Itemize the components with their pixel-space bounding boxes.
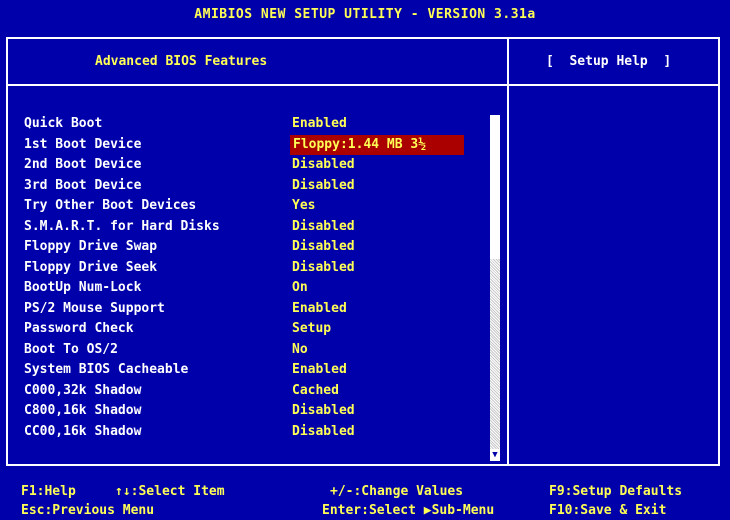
setting-value[interactable]: Enabled [290, 360, 349, 380]
setting-row[interactable]: Boot To OS/2 No [24, 340, 494, 360]
setting-row[interactable]: C800,16k Shadow Disabled [24, 401, 494, 421]
setting-label: 2nd Boot Device [24, 157, 142, 172]
setting-label: Try Other Boot Devices [24, 198, 197, 213]
setting-value[interactable]: Setup [290, 319, 333, 339]
setting-row[interactable]: C000,32k Shadow Cached [24, 381, 494, 401]
setting-value[interactable]: Yes [290, 196, 317, 216]
setting-row[interactable]: PS/2 Mouse Support Enabled [24, 299, 494, 319]
setting-value[interactable]: On [290, 278, 310, 298]
setting-row[interactable]: 1st Boot Device Floppy:1.44 MB 3½ [24, 134, 494, 155]
setting-value[interactable]: Cached [290, 381, 341, 401]
f1-help-hint: F1:Help [21, 484, 76, 499]
setting-label: Boot To OS/2 [24, 341, 118, 357]
setup-help-title: [ Setup Help ] [546, 54, 672, 69]
setting-row[interactable]: 2nd Boot Device Disabled [24, 155, 494, 175]
setting-value[interactable]: Floppy:1.44 MB 3½ [290, 134, 465, 155]
setting-row[interactable]: 3rd Boot Device Disabled [24, 176, 494, 196]
setting-label: Floppy Drive Seek [24, 259, 158, 275]
scrollbar[interactable]: ▼ [490, 115, 500, 461]
setting-value[interactable]: Enabled [290, 299, 349, 319]
setting-label: Floppy Drive Swap [24, 239, 158, 254]
setting-row[interactable]: System BIOS Cacheable Enabled [24, 360, 494, 380]
save-exit-hint: F10:Save & Exit [549, 503, 667, 518]
setting-value[interactable]: Disabled [290, 176, 357, 196]
header-divider [8, 84, 718, 86]
esc-previous-menu-hint: Esc:Previous Menu [21, 503, 155, 518]
page-title: Advanced BIOS Features [95, 54, 268, 69]
setting-label: BootUp Num-Lock [24, 280, 142, 295]
setting-label: Password Check [24, 321, 134, 336]
setting-label: System BIOS Cacheable [24, 362, 189, 377]
setting-row[interactable]: Quick Boot Enabled [24, 114, 494, 134]
setting-row[interactable]: Floppy Drive Seek Disabled [24, 258, 494, 278]
enter-submenu-hint: Enter:Select ▶Sub-Menu [322, 503, 495, 518]
setting-label: CC00,16k Shadow [24, 423, 142, 439]
setting-row[interactable]: CC00,16k Shadow Disabled [24, 422, 494, 442]
setting-row[interactable]: Try Other Boot Devices Yes [24, 196, 494, 216]
window-title: AMIBIOS NEW SETUP UTILITY - VERSION 3.31… [194, 7, 536, 22]
setting-label: 1st Boot Device [24, 136, 142, 152]
setting-value[interactable]: Enabled [290, 114, 349, 134]
main-frame: Advanced BIOS Features [ Setup Help ] Qu… [6, 37, 720, 466]
setting-row[interactable]: S.M.A.R.T. for Hard Disks Disabled [24, 217, 494, 237]
setting-value[interactable]: Disabled [290, 237, 357, 257]
setting-label: S.M.A.R.T. for Hard Disks [24, 218, 220, 234]
change-values-hint: +/-:Change Values [330, 484, 464, 499]
scrollbar-thumb[interactable] [490, 259, 500, 449]
setting-row[interactable]: BootUp Num-Lock On [24, 278, 494, 298]
setup-defaults-hint: F9:Setup Defaults [549, 484, 683, 499]
setting-value[interactable]: Disabled [290, 155, 357, 175]
setting-label: Quick Boot [24, 116, 103, 131]
setting-label: 3rd Boot Device [24, 177, 142, 193]
select-item-hint: ↑↓:Select Item [115, 484, 225, 499]
down-triangle-icon[interactable]: ▼ [490, 449, 500, 461]
setting-label: C000,32k Shadow [24, 382, 142, 398]
setting-label: PS/2 Mouse Support [24, 300, 165, 316]
setting-value[interactable]: Disabled [290, 401, 357, 421]
setting-value[interactable]: No [290, 340, 310, 360]
panel-divider [507, 39, 509, 464]
setting-value[interactable]: Disabled [290, 217, 357, 237]
setting-value[interactable]: Disabled [290, 422, 357, 442]
setting-value[interactable]: Disabled [290, 258, 357, 278]
setting-row[interactable]: Password Check Setup [24, 319, 494, 339]
setting-label: C800,16k Shadow [24, 403, 142, 418]
setting-row[interactable]: Floppy Drive Swap Disabled [24, 237, 494, 257]
